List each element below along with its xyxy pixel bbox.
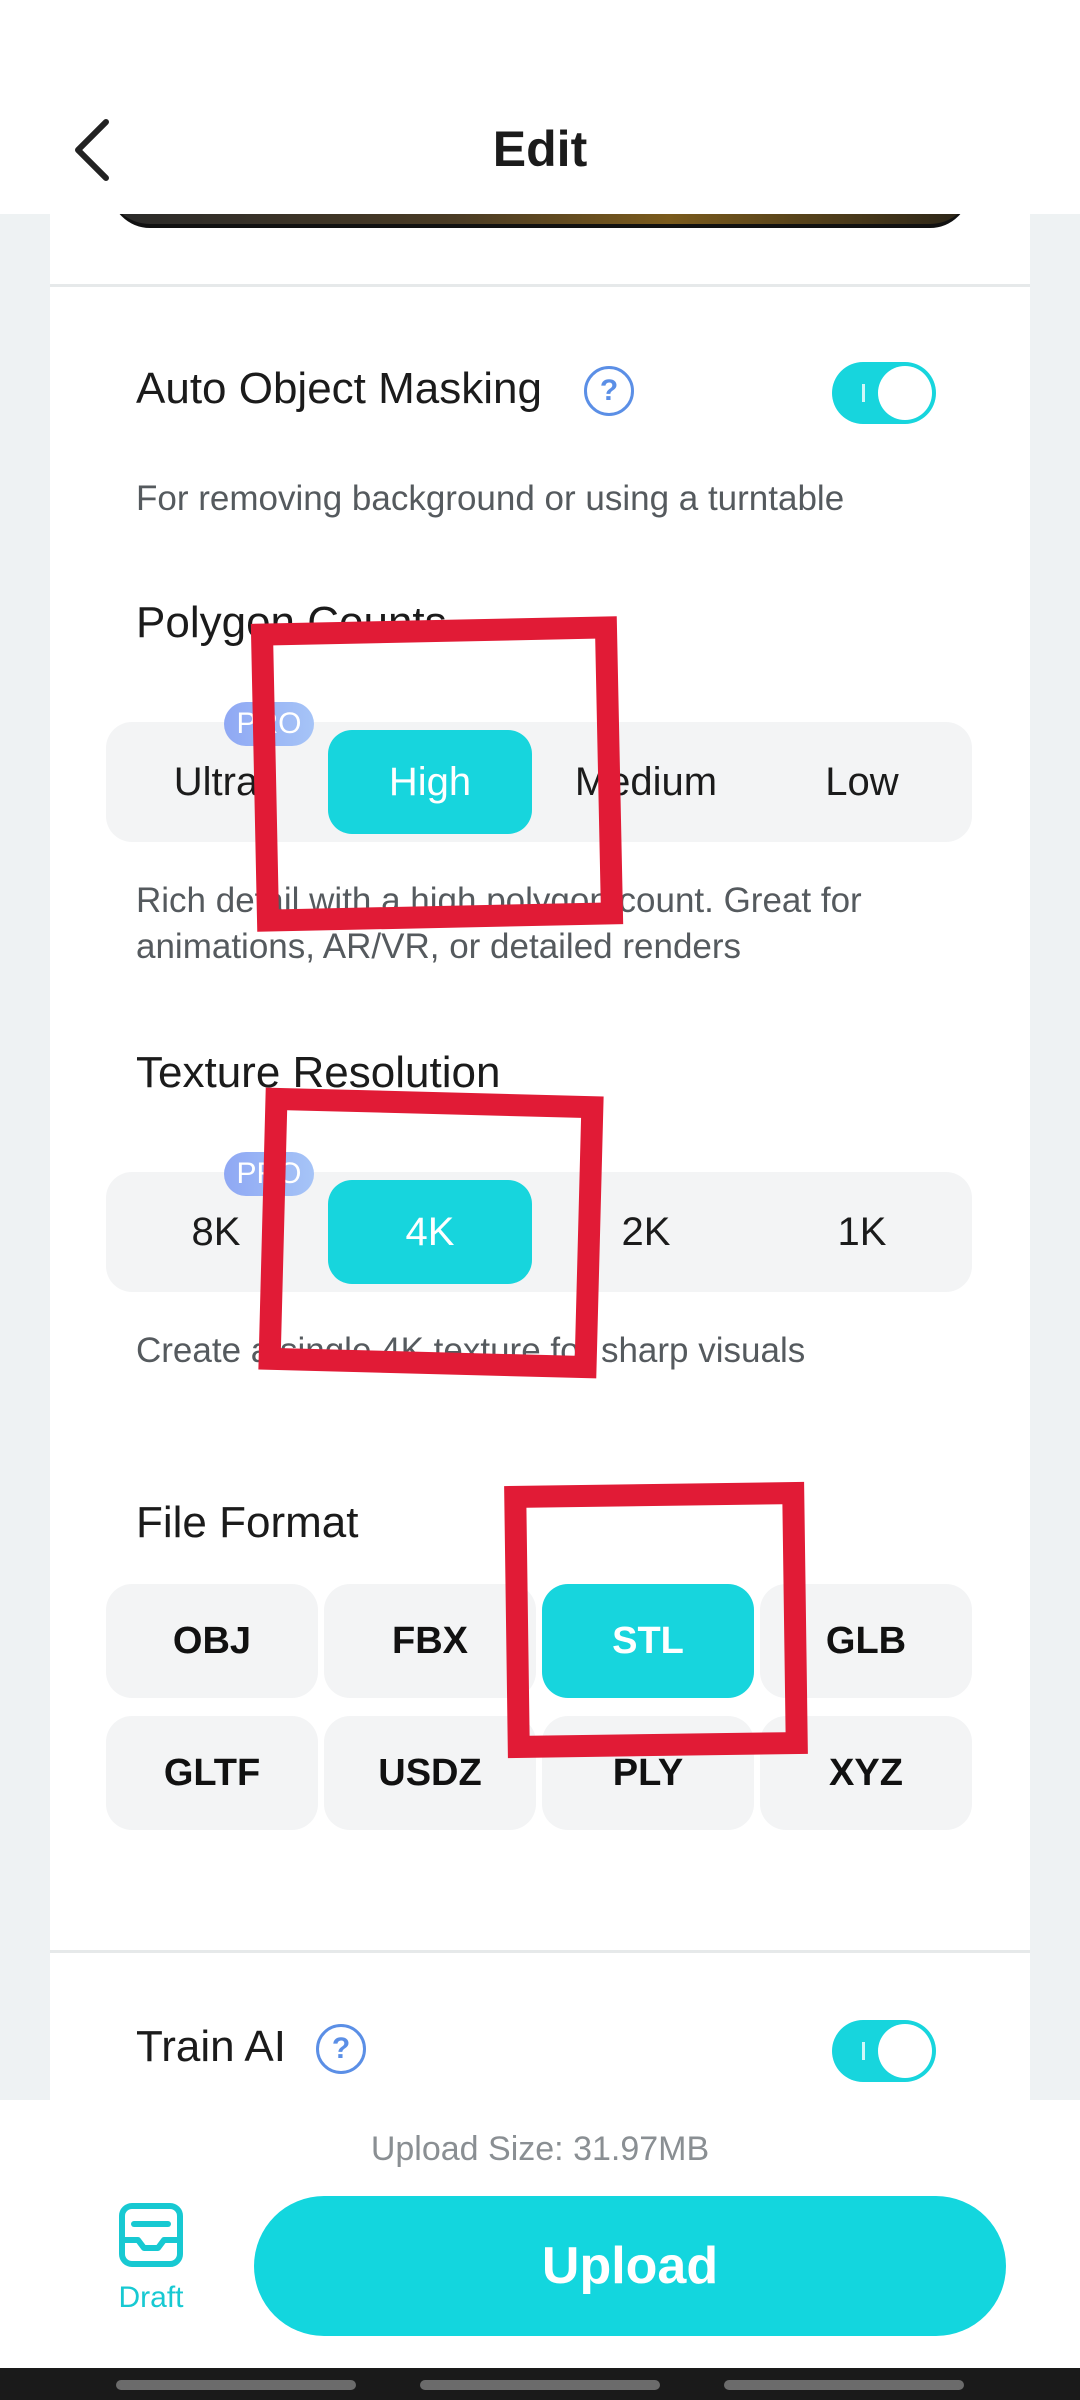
format-option-usdz[interactable]: USDZ xyxy=(324,1716,536,1830)
page-title: Edit xyxy=(492,121,588,177)
texture-label: Texture Resolution xyxy=(136,1048,501,1097)
polygon-description: Rich detail with a high polygon count. G… xyxy=(136,881,862,966)
system-nav-bar xyxy=(0,2368,1080,2400)
texture-description: Create a single 4K texture for sharp vis… xyxy=(136,1331,806,1370)
settings-card: Auto Object Masking ? For removing backg… xyxy=(50,214,1030,2100)
masking-description: For removing background or using a turnt… xyxy=(136,479,845,518)
format-option-glb[interactable]: GLB xyxy=(760,1584,972,1698)
format-option-ply[interactable]: PLY xyxy=(542,1716,754,1830)
toggle-knob xyxy=(878,2024,932,2078)
train-ai-toggle[interactable] xyxy=(832,2020,936,2082)
texture-option-2k[interactable]: 2K xyxy=(544,1180,748,1284)
format-label: File Format xyxy=(136,1498,359,1547)
bottom-bar: Upload Size: 31.97MB Draft Upload xyxy=(0,2100,1080,2368)
masking-label: Auto Object Masking xyxy=(136,364,542,413)
toggle-knob xyxy=(878,366,932,420)
draft-inbox-icon xyxy=(119,2203,183,2267)
top-bar: Edit xyxy=(0,0,1080,214)
pro-badge: PRO xyxy=(224,1152,314,1196)
format-option-fbx[interactable]: FBX xyxy=(324,1584,536,1698)
format-option-stl[interactable]: STL xyxy=(542,1584,754,1698)
texture-option-1k[interactable]: 1K xyxy=(760,1180,964,1284)
draft-label: Draft xyxy=(118,2281,184,2314)
model-preview-image xyxy=(110,214,970,228)
masking-toggle[interactable] xyxy=(832,362,936,424)
nav-pill[interactable] xyxy=(420,2380,660,2390)
format-option-obj[interactable]: OBJ xyxy=(106,1584,318,1698)
train-ai-label: Train AI xyxy=(136,2022,286,2071)
nav-pill[interactable] xyxy=(724,2380,964,2390)
train-ai-help-icon[interactable]: ? xyxy=(316,2024,366,2074)
polygon-option-medium[interactable]: Medium xyxy=(544,730,748,834)
toggle-on-mark xyxy=(862,2042,865,2060)
masking-help-icon[interactable]: ? xyxy=(584,366,634,416)
divider xyxy=(50,1950,1030,1953)
upload-size-text: Upload Size: 31.97MB xyxy=(370,2130,710,2168)
polygon-option-low[interactable]: Low xyxy=(760,730,964,834)
divider xyxy=(50,284,1030,287)
draft-button[interactable]: Draft xyxy=(96,2200,206,2315)
toggle-on-mark xyxy=(862,384,865,402)
pro-badge: PRO xyxy=(224,702,314,746)
upload-button[interactable]: Upload xyxy=(254,2196,1006,2336)
format-option-xyz[interactable]: XYZ xyxy=(760,1716,972,1830)
polygon-label: Polygon Counts xyxy=(136,598,447,647)
texture-option-4k[interactable]: 4K xyxy=(328,1180,532,1284)
format-option-gltf[interactable]: GLTF xyxy=(106,1716,318,1830)
polygon-option-high[interactable]: High xyxy=(328,730,532,834)
nav-pill[interactable] xyxy=(116,2380,356,2390)
